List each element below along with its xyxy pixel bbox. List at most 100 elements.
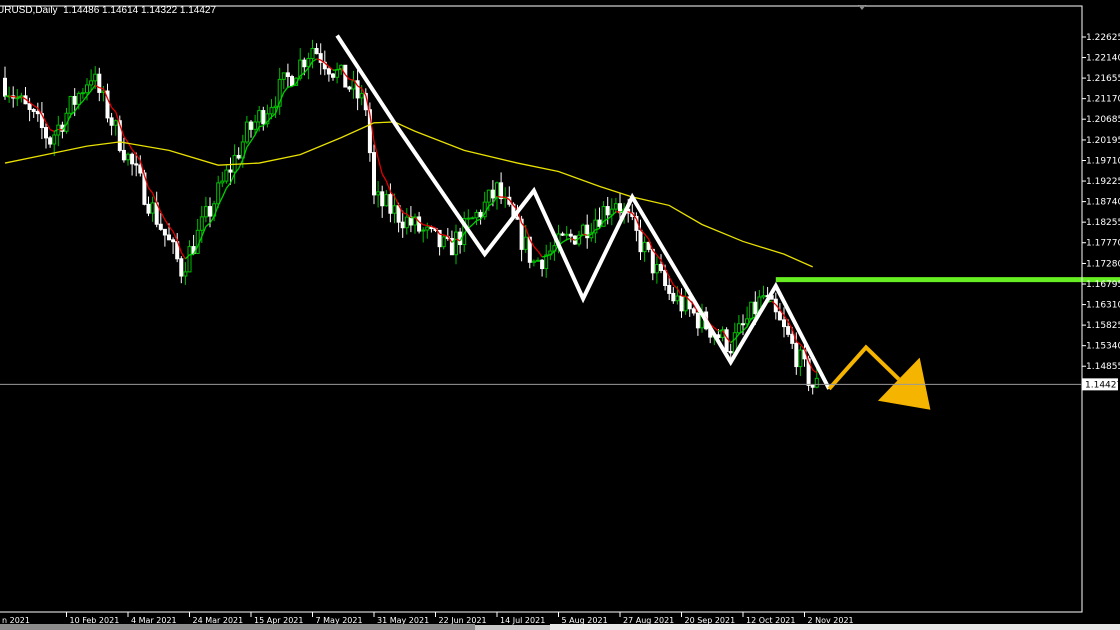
- candle-body: [31, 108, 36, 112]
- candle-body: [540, 259, 545, 270]
- candle-body: [80, 92, 85, 95]
- fast-ma-segment: [8, 95, 14, 98]
- y-tick-label: 1.21655: [1086, 74, 1120, 84]
- candle: [671, 287, 676, 304]
- candle-body: [158, 223, 163, 230]
- fast-ma-segment: [209, 216, 215, 224]
- candle-body: [167, 234, 171, 241]
- candle-body: [741, 323, 745, 326]
- x-tick-label: 12 Oct 2021: [746, 616, 795, 625]
- candle-body: [281, 72, 286, 80]
- candle-body: [35, 110, 40, 115]
- ohlc-values: 1.14486 1.14614 1.14322 1.14427: [63, 5, 217, 16]
- candle: [560, 231, 565, 236]
- fast-ma-segment: [111, 106, 117, 113]
- candle: [499, 172, 504, 204]
- candle: [613, 197, 618, 213]
- candle-body: [314, 48, 319, 55]
- candle-body: [523, 236, 528, 250]
- candle-body: [216, 182, 221, 205]
- candle-body: [261, 110, 266, 125]
- candle-body: [273, 105, 278, 109]
- fast-ma-segment: [533, 246, 539, 252]
- fast-ma-segment: [229, 173, 236, 184]
- fast-ma-segment: [82, 95, 88, 102]
- candle-body: [470, 217, 475, 220]
- y-tick-label: 1.16795: [1086, 280, 1120, 290]
- x-tick-label: 20 Sep 2021: [685, 616, 736, 625]
- candle-body: [560, 233, 565, 236]
- plot-frame: [0, 5, 1083, 613]
- candle: [44, 123, 48, 149]
- candle-body: [372, 152, 376, 196]
- candle: [568, 229, 573, 243]
- fast-ma-segment: [151, 192, 158, 204]
- fast-ma-segment: [259, 125, 264, 128]
- candle-body: [691, 308, 696, 314]
- candle-body: [134, 163, 139, 166]
- candle: [265, 104, 270, 128]
- fast-ma-segment: [402, 211, 408, 215]
- y-tick-label: 1.20685: [1086, 115, 1120, 125]
- candle-body: [203, 206, 208, 218]
- candle-body: [486, 189, 491, 203]
- fast-ma-segment: [49, 129, 55, 132]
- candle-body: [150, 202, 155, 214]
- candle: [454, 224, 458, 265]
- fast-ma-segment: [283, 86, 289, 93]
- candle-body: [384, 194, 389, 207]
- y-tick-label: 1.19710: [1086, 157, 1120, 167]
- candle-body: [179, 258, 184, 277]
- fast-ma-segment: [287, 85, 293, 88]
- candle: [413, 213, 417, 234]
- y-tick-label: 1.19225: [1086, 177, 1120, 187]
- candle-body: [613, 203, 618, 210]
- candle: [749, 301, 754, 321]
- fast-ma-segment: [537, 250, 543, 258]
- candle: [244, 115, 249, 145]
- fast-ma-segment: [713, 327, 719, 332]
- candle: [355, 69, 360, 111]
- candle: [89, 69, 94, 91]
- candle: [130, 152, 135, 176]
- fast-ma-segment: [443, 234, 448, 237]
- candle-body: [790, 333, 795, 344]
- candle: [351, 70, 356, 99]
- candle-body: [68, 96, 73, 114]
- fast-ma-segment: [427, 224, 432, 228]
- y-tick-label: 1.16310: [1086, 301, 1120, 311]
- fast-ma-segment: [312, 58, 317, 63]
- candle: [31, 107, 36, 118]
- y-tick-label: 1.22140: [1086, 54, 1120, 64]
- candle-body: [810, 384, 815, 388]
- candle: [380, 185, 385, 218]
- candle: [376, 181, 381, 208]
- candle: [531, 259, 536, 267]
- candle: [146, 196, 151, 217]
- candle-body: [257, 110, 262, 123]
- candle: [7, 86, 12, 103]
- candle-body: [171, 239, 176, 243]
- candle: [384, 190, 389, 207]
- candle: [3, 66, 7, 100]
- candle: [162, 228, 167, 247]
- candle-body: [441, 236, 446, 248]
- candle: [630, 204, 635, 221]
- candle-body: [531, 260, 536, 263]
- x-tick-label: 31 May 2021: [377, 616, 429, 625]
- candle: [691, 306, 696, 316]
- candle-body: [605, 206, 610, 216]
- candle-body: [85, 84, 89, 94]
- candle: [736, 315, 741, 335]
- candle-body: [654, 263, 659, 274]
- candle-body: [52, 134, 57, 145]
- candle: [544, 244, 549, 278]
- x-tick-label: 4 Mar 2021: [131, 616, 177, 625]
- symbol-label: URUSD,Daily: [0, 5, 58, 16]
- shift-marker-icon: [858, 5, 866, 10]
- candle: [679, 288, 684, 318]
- candle: [466, 209, 471, 228]
- candle-body: [109, 117, 114, 126]
- fast-ma-segment: [221, 187, 227, 198]
- candle: [126, 152, 130, 166]
